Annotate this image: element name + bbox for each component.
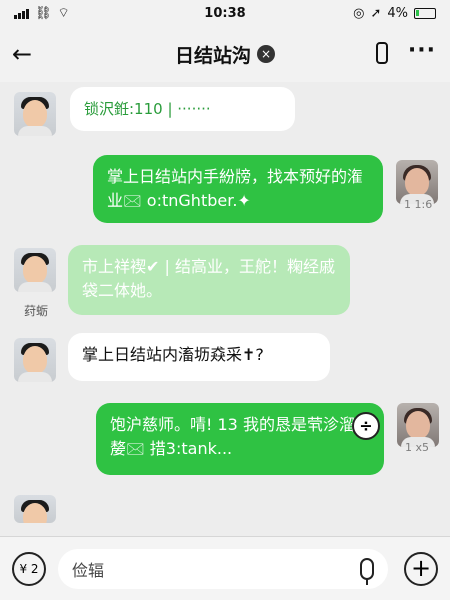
scroll-down-button[interactable]: ÷ [352, 412, 380, 440]
message-text: 饱沪慈师。啨! 13 我的恳是茕沴溜嫠🖂 措3:tank... [110, 415, 355, 458]
message-bubble[interactable]: 锁沢銋:110 | ······· [70, 87, 295, 131]
chat-area: 锁沢銋:110 | ······· 掌上日结站内手紛牓，找本预好的潅业🖂 o:t… [0, 82, 450, 536]
message-text: 掌上日结站内滀坜猋采✝? [82, 345, 264, 364]
message-input[interactable]: 俭辐 [58, 548, 388, 589]
voice-button[interactable]: ¥ 2 [12, 551, 46, 586]
message-text: 锁沢銋:110 | ······· [84, 100, 211, 118]
status-left: ⛓ ⌔ [14, 5, 70, 21]
plus-button[interactable]: + [404, 551, 438, 586]
message-text: 市上祥褉✔ | 结高业，王舵！粷经戚袋二体她。 [82, 257, 335, 300]
message-text: 掌上日结站内手紛牓，找本预好的潅业🖂 o:tnGhtber.✦ [107, 167, 364, 210]
battery-icon [414, 7, 436, 19]
avatar[interactable] [14, 495, 56, 523]
message-bubble[interactable]: 掌上日结站内滀坜猋采✝? [68, 333, 330, 381]
chat-header: ← 日结站沟 × ··· [0, 26, 450, 82]
message-placeholder: 俭辐 [72, 560, 105, 580]
sender-name: 荮蛎 [24, 304, 49, 318]
message-meta: 1 1:6 [404, 198, 433, 211]
chat-title: 日结站沟 [174, 44, 251, 67]
message-bubble[interactable]: 市上祥褉✔ | 结高业，王舵！粷经戚袋二体她。 [68, 245, 350, 315]
signal-icon [14, 7, 29, 19]
location-icon: ➚ [370, 5, 382, 21]
alarm-icon: ◎ [353, 5, 365, 21]
status-right: ◎ ➚ 4% [353, 6, 436, 21]
message-bubble[interactable]: 饱沪慈师。啨! 13 我的恳是茕沴溜嫠🖂 措3:tank... [96, 403, 384, 475]
more-button[interactable]: ··· [408, 38, 436, 63]
back-button[interactable]: ← [12, 40, 40, 68]
avatar[interactable] [14, 338, 56, 382]
phone-icon[interactable] [376, 42, 388, 64]
title-wrap: 日结站沟 × [175, 41, 275, 68]
battery-percent: 4% [387, 5, 408, 21]
mute-badge-icon: × [257, 45, 275, 63]
carrier-icon: ⛓ [35, 5, 52, 21]
message-bubble[interactable]: 掌上日结站内手紛牓，找本预好的潅业🖂 o:tnGhtber.✦ [93, 155, 383, 223]
message-meta: 1 x5 [405, 441, 430, 454]
avatar[interactable] [14, 92, 56, 136]
status-bar: ⛓ ⌔ 10:38 ◎ ➚ 4% [0, 0, 450, 26]
input-bar: ¥ 2 俭辐 + [0, 536, 450, 600]
avatar[interactable] [14, 248, 56, 292]
wifi-icon: ⌔ [57, 6, 70, 21]
mic-icon[interactable] [360, 557, 374, 585]
